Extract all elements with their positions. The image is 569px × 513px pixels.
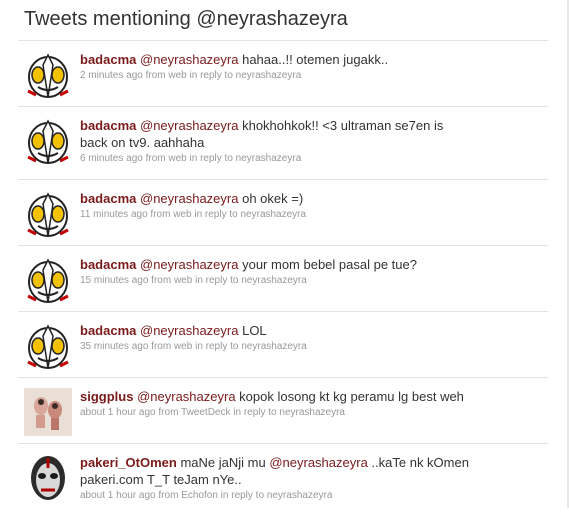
mention-link[interactable]: @neyrashazeyra — [140, 257, 238, 272]
reply-label: in reply to — [233, 407, 277, 418]
timestamp-link[interactable]: 35 minutes ago — [80, 341, 148, 352]
timestamp-link[interactable]: 11 minutes ago — [80, 209, 148, 220]
from-label: from — [150, 209, 171, 220]
mention-link[interactable]: @neyrashazeyra — [140, 52, 238, 67]
tweet-item: badacma @neyrashazeyra your mom bebel pa… — [18, 245, 548, 311]
source-link[interactable]: web — [168, 153, 186, 164]
reply-to-link[interactable]: neyrashazeyra — [241, 341, 307, 352]
username-link[interactable]: badacma — [80, 323, 136, 338]
timestamp-link[interactable]: about 1 hour ago — [80, 490, 156, 501]
tweets-panel: Tweets mentioning @neyrashazeyra badacma — [0, 0, 569, 508]
tweet-item: badacma @neyrashazeyra khokhohkok!! <3 u… — [18, 106, 548, 179]
tweet-body-line2: pakeri.com T_T teJam nYe.. — [80, 472, 242, 487]
username-link[interactable]: siggplus — [80, 389, 133, 404]
tweet-meta: about 1 hour ago from Echofon in reply t… — [80, 489, 540, 503]
tweet-text: badacma @neyrashazeyra your mom bebel pa… — [80, 256, 540, 273]
tweet-body-pre: maNe jaNji mu — [180, 455, 266, 470]
mention-link[interactable]: @neyrashazeyra — [140, 118, 238, 133]
tweet-item: badacma @neyrashazeyra LOL 35 minutes ag… — [18, 311, 548, 377]
reply-label: in reply to — [189, 153, 233, 164]
timestamp-link[interactable]: about 1 hour ago — [80, 407, 156, 418]
mention-link[interactable]: @neyrashazeyra — [140, 323, 238, 338]
reply-label: in reply to — [220, 490, 265, 501]
tweet-body: hahaa..!! otemen jugakk.. — [242, 52, 389, 67]
username-link[interactable]: badacma — [80, 118, 136, 133]
tweet-meta: about 1 hour ago from TweetDeck in reply… — [80, 406, 540, 420]
mention-link[interactable]: @neyrashazeyra — [269, 455, 367, 470]
source-link[interactable]: TweetDeck — [181, 407, 230, 418]
mention-link[interactable]: @neyrashazeyra — [140, 191, 238, 206]
source-link[interactable]: Echofon — [181, 490, 218, 501]
ultraman-icon[interactable] — [24, 190, 72, 238]
tweet-item: siggplus @neyrashazeyra kopok losong kt … — [18, 377, 548, 443]
source-link[interactable]: web — [174, 341, 192, 352]
ultraman-icon[interactable] — [24, 256, 72, 304]
source-link[interactable]: web — [173, 209, 191, 220]
reply-to-link[interactable]: neyrashazeyra — [240, 209, 306, 220]
tweet-body: kopok losong kt kg peramu lg best weh — [239, 389, 464, 404]
username-link[interactable]: pakeri_OtOmen — [80, 455, 177, 470]
tweet-text: badacma @neyrashazeyra hahaa..!! otemen … — [80, 51, 540, 68]
tweet-meta: 2 minutes ago from web in reply to neyra… — [80, 69, 540, 83]
reply-label: in reply to — [195, 341, 239, 352]
from-label: from — [145, 153, 166, 164]
tweet-body: LOL — [242, 323, 267, 338]
tweet-item: badacma @neyrashazeyra hahaa..!! otemen … — [18, 40, 548, 106]
username-link[interactable]: badacma — [80, 191, 136, 206]
from-label: from — [158, 407, 179, 418]
reply-to-link[interactable]: neyrashazeyra — [236, 153, 302, 164]
tweet-body: your mom bebel pasal pe tue? — [242, 257, 417, 272]
reply-label: in reply to — [194, 209, 238, 220]
tweet-meta: 6 minutes ago from web in reply to neyra… — [80, 152, 540, 166]
from-label: from — [145, 70, 166, 81]
tweet-list: badacma @neyrashazeyra hahaa..!! otemen … — [18, 40, 548, 513]
tweet-meta: 35 minutes ago from web in reply to neyr… — [80, 340, 540, 354]
tweet-meta: 15 minutes ago from web in reply to neyr… — [80, 274, 540, 288]
tweet-item: badacma @neyrashazeyra oh okek =) 11 min… — [18, 179, 548, 245]
tweet-body: oh okek =) — [242, 191, 304, 206]
ultraman-icon[interactable] — [24, 117, 72, 165]
tweet-text: siggplus @neyrashazeyra kopok losong kt … — [80, 388, 540, 405]
reply-label: in reply to — [195, 275, 239, 286]
from-label: from — [151, 275, 172, 286]
tweet-item: pakeri_OtOmen maNe jaNji mu @neyrashazey… — [18, 443, 548, 513]
source-link[interactable]: web — [168, 70, 186, 81]
timestamp-link[interactable]: 6 minutes ago — [80, 153, 143, 164]
robot-mask-icon[interactable] — [24, 454, 72, 502]
mention-link[interactable]: @neyrashazeyra — [137, 389, 235, 404]
tweet-text: badacma @neyrashazeyra LOL — [80, 322, 540, 339]
username-link[interactable]: badacma — [80, 257, 136, 272]
reply-to-link[interactable]: neyrashazeyra — [279, 407, 345, 418]
tweet-meta: 11 minutes ago from web in reply to neyr… — [80, 208, 540, 222]
tweet-text: pakeri_OtOmen maNe jaNji mu @neyrashazey… — [80, 454, 540, 471]
timestamp-link[interactable]: 2 minutes ago — [80, 70, 143, 81]
ultraman-icon[interactable] — [24, 51, 72, 99]
tweet-body: khokhohkok!! <3 ultraman se7en is — [242, 118, 444, 133]
from-label: from — [151, 341, 172, 352]
page-title: Tweets mentioning @neyrashazeyra — [24, 8, 348, 30]
source-link[interactable]: web — [174, 275, 192, 286]
tweet-body: ..kaTe nk kOmen — [371, 455, 469, 470]
photo-icon[interactable] — [24, 388, 72, 436]
tweet-body-line2: back on tv9. aahhaha — [80, 135, 205, 150]
tweet-text: badacma @neyrashazeyra oh okek =) — [80, 190, 540, 207]
tweet-text: badacma @neyrashazeyra khokhohkok!! <3 u… — [80, 117, 540, 134]
reply-to-link[interactable]: neyrashazeyra — [267, 490, 333, 501]
username-link[interactable]: badacma — [80, 52, 136, 67]
ultraman-icon[interactable] — [24, 322, 72, 370]
reply-to-link[interactable]: neyrashazeyra — [241, 275, 307, 286]
from-label: from — [158, 490, 179, 501]
timestamp-link[interactable]: 15 minutes ago — [80, 275, 148, 286]
reply-label: in reply to — [189, 70, 233, 81]
reply-to-link[interactable]: neyrashazeyra — [236, 70, 302, 81]
